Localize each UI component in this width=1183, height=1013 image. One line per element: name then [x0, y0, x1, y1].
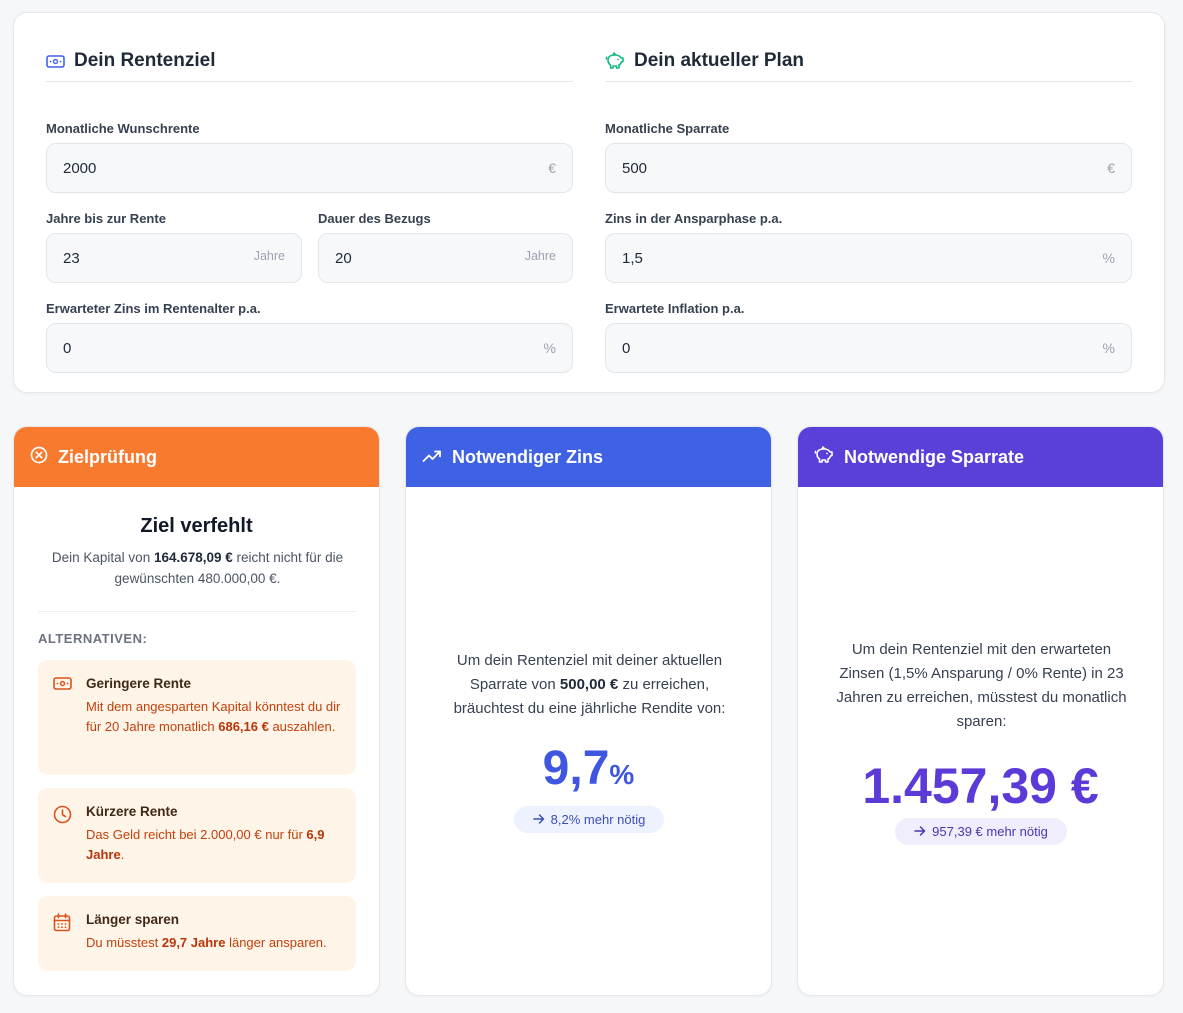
rate-delta-badge: 8,2% mehr nötig [514, 806, 664, 833]
savings-delta-badge: 957,39 € mehr nötig [895, 818, 1067, 845]
desc-text: Dein Kapital von [51, 550, 154, 565]
monthly-savings-field[interactable]: € [605, 143, 1132, 193]
alt-amount: 686,16 € [218, 719, 269, 734]
banknote-icon [46, 54, 65, 68]
alternatives-label: ALTERNATIVEN: [38, 631, 148, 646]
piggy-bank-icon [814, 445, 834, 469]
euro-unit: € [1107, 160, 1115, 176]
monthly-pension-label: Monatliche Wunschrente [46, 121, 200, 136]
required-rate-title: Notwendiger Zins [452, 446, 604, 467]
alt-text-part: länger ansparen. [225, 935, 327, 950]
payout-duration-field[interactable]: Jahre [318, 233, 573, 283]
arrow-right-icon [532, 812, 545, 827]
required-rate-card: Notwendiger Zins Um dein Rentenziel mit … [405, 426, 772, 996]
savings-delta-text: 957,39 € mehr nötig [932, 824, 1048, 839]
capital-value: 164.678,09 € [153, 550, 233, 565]
retirement-rate-input[interactable] [47, 324, 572, 372]
plan-section: Dein aktueller Plan Monatliche Sparrate … [605, 49, 1132, 373]
payout-duration-label: Dauer des Bezugs [318, 211, 431, 226]
plan-section-title: Dein aktueller Plan [634, 50, 805, 71]
inflation-field[interactable]: % [605, 323, 1132, 373]
required-savings-card: Notwendige Sparrate Um dein Rentenziel m… [797, 426, 1164, 996]
alt-text-part: . [120, 847, 125, 862]
alt-amount: 29,7 Jahre [161, 935, 226, 950]
alternative-text: Du müsstest 29,7 Jahre länger ansparen. [86, 933, 342, 953]
alternative-text: Das Geld reicht bei 2.000,00 € nur für 6… [86, 825, 342, 865]
x-circle-icon [30, 446, 48, 469]
alternative-shorter-pension: Kürzere Rente Das Geld reicht bei 2.000,… [38, 788, 356, 883]
plan-section-header: Dein aktueller Plan [605, 49, 1132, 82]
percent-unit: % [1102, 250, 1115, 266]
goal-section: Dein Rentenziel Monatliche Wunschrente €… [46, 49, 573, 373]
goal-section-header: Dein Rentenziel [46, 49, 573, 82]
savings-rate-label: Zins in der Ansparphase p.a. [605, 211, 783, 226]
monthly-savings-label: Monatliche Sparrate [605, 121, 730, 136]
goal-status-title: Ziel verfehlt [140, 515, 253, 537]
banknote-icon [53, 677, 72, 695]
retirement-rate-field[interactable]: % [46, 323, 573, 373]
required-savings-description: Um dein Rentenziel mit den erwarteten Zi… [836, 641, 1127, 730]
savings-rate-input[interactable] [606, 234, 1131, 282]
rate-delta-text: 8,2% mehr nötig [550, 812, 646, 827]
rate-number: 9,7 [542, 742, 610, 795]
alt-text-part: Das Geld reicht bei 2.000,00 € nur für [86, 827, 307, 842]
divider [38, 611, 356, 612]
retirement-rate-label: Erwarteter Zins im Rentenalter p.a. [46, 301, 261, 316]
monthly-savings-input[interactable] [606, 144, 1131, 192]
years-unit: Jahre [253, 249, 285, 263]
years-unit: Jahre [524, 249, 556, 263]
goal-status-description: Dein Kapital von 164.678,09 € reicht nic… [42, 547, 353, 589]
alternative-lower-pension: Geringere Rente Mit dem angesparten Kapi… [38, 660, 356, 775]
percent-unit: % [543, 340, 556, 356]
alternative-title: Geringere Rente [86, 676, 192, 691]
clock-icon [53, 805, 72, 829]
trending-up-icon [422, 447, 442, 468]
alternative-save-longer: Länger sparen Du müsstest 29,7 Jahre län… [38, 896, 356, 971]
alternative-title: Länger sparen [86, 912, 180, 927]
alternative-title: Kürzere Rente [86, 804, 178, 819]
calendar-icon [53, 913, 71, 937]
required-rate-description: Um dein Rentenziel mit deiner aktuellen … [436, 649, 743, 721]
alt-text-part: Du müsstest [86, 935, 162, 950]
input-card: Dein Rentenziel Monatliche Wunschrente €… [13, 12, 1165, 393]
goal-check-header: Zielprüfung [14, 427, 379, 487]
inflation-label: Erwartete Inflation p.a. [605, 301, 745, 316]
euro-unit: € [548, 160, 556, 176]
inflation-input[interactable] [606, 324, 1131, 372]
required-savings-value: 1.457,39 € [862, 758, 1099, 814]
alternative-text: Mit dem angesparten Kapital könntest du … [86, 697, 342, 737]
goal-check-title: Zielprüfung [58, 446, 157, 467]
rate-unit: % [609, 759, 635, 790]
arrow-right-icon [914, 824, 926, 839]
alt-text-part: auszahlen. [268, 719, 336, 734]
piggy-bank-icon [605, 52, 625, 70]
savings-rate-field[interactable]: % [605, 233, 1132, 283]
years-to-retirement-field[interactable]: Jahre [46, 233, 302, 283]
required-rate-value: 9,7% [406, 739, 771, 805]
savings-amount: 500,00 € [559, 676, 619, 693]
goal-section-title: Dein Rentenziel [74, 50, 216, 71]
goal-check-card: Zielprüfung Ziel verfehlt Dein Kapital v… [13, 426, 380, 996]
required-rate-header: Notwendiger Zins [406, 427, 771, 487]
required-savings-header: Notwendige Sparrate [798, 427, 1163, 487]
required-savings-title: Notwendige Sparrate [844, 446, 1025, 467]
monthly-pension-input[interactable] [47, 144, 572, 192]
monthly-pension-field[interactable]: € [46, 143, 573, 193]
years-to-retirement-label: Jahre bis zur Rente [46, 211, 166, 226]
percent-unit: % [1102, 340, 1115, 356]
